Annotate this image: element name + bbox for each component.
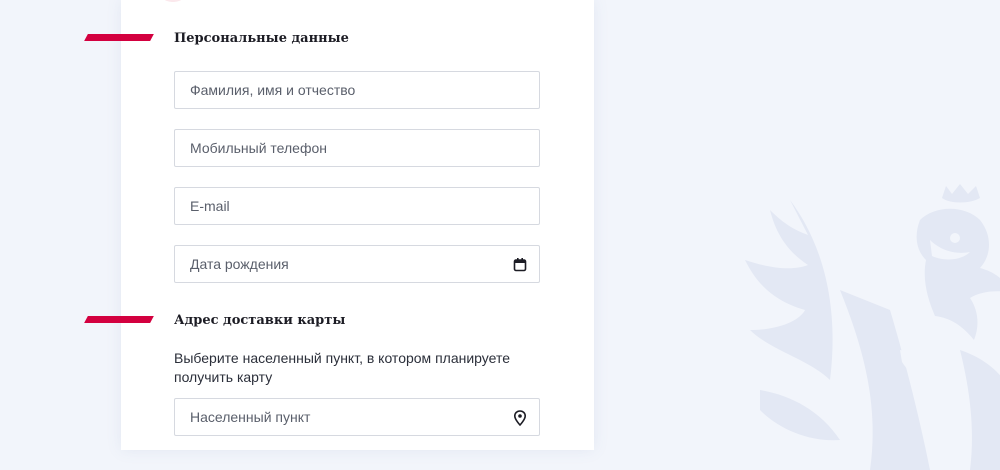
location-pin-icon[interactable] xyxy=(513,410,527,426)
full-name-input[interactable] xyxy=(175,72,539,108)
birth-date-input[interactable] xyxy=(175,246,539,282)
email-field[interactable] xyxy=(174,187,540,225)
full-name-field[interactable] xyxy=(174,71,540,109)
section-marker-personal xyxy=(84,34,154,41)
delivery-hint-text: Выберите населенный пункт, в котором пла… xyxy=(174,350,510,385)
eagle-emblem-watermark xyxy=(745,184,1000,470)
phone-field[interactable] xyxy=(174,129,540,167)
locality-input[interactable] xyxy=(175,399,539,435)
phone-input[interactable] xyxy=(175,130,539,166)
section-title-delivery: Адрес доставки карты xyxy=(174,313,346,328)
birth-date-field[interactable] xyxy=(174,245,540,283)
section-marker-delivery xyxy=(84,316,154,323)
email-input[interactable] xyxy=(175,188,539,224)
locality-field[interactable] xyxy=(174,398,540,436)
section-title-personal: Персональные данные xyxy=(174,31,349,46)
calendar-icon[interactable] xyxy=(513,257,527,273)
